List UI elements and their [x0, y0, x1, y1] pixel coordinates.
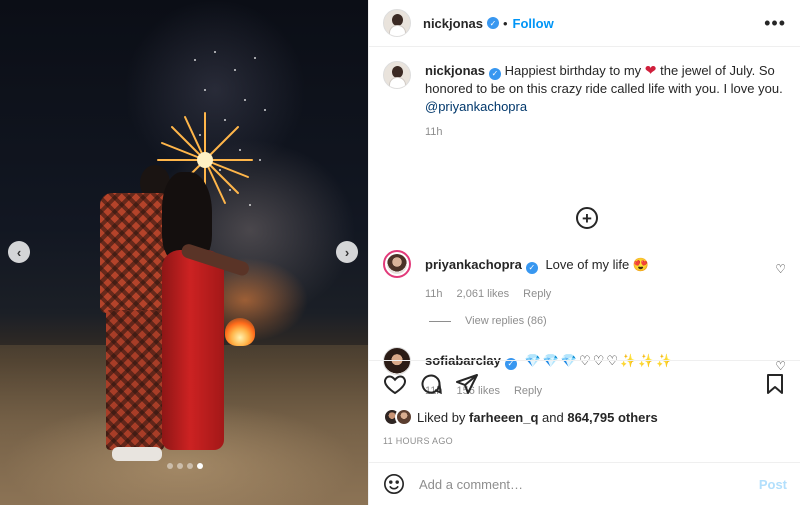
- comment-input[interactable]: [419, 476, 759, 492]
- load-more-comments-button[interactable]: +: [576, 207, 598, 229]
- more-options-icon[interactable]: •••: [764, 14, 786, 32]
- carousel-prev-button[interactable]: ‹: [8, 241, 30, 263]
- bookmark-icon[interactable]: [763, 372, 787, 396]
- caption-text: nickjonas ✓ Happiest birthday to my ❤ the…: [425, 61, 786, 116]
- liked-by-user[interactable]: farheeen_q: [469, 410, 538, 425]
- red-heart-emoji: ❤: [644, 62, 657, 78]
- likes-summary: Liked by farheeen_q and 864,795 others: [383, 408, 787, 426]
- heart-icon[interactable]: [383, 372, 407, 396]
- comment-text: Love of my life 😍: [545, 257, 650, 272]
- woman-figure: [152, 172, 251, 462]
- comments-section[interactable]: nickjonas ✓ Happiest birthday to my ❤ the…: [369, 47, 800, 397]
- view-replies-button[interactable]: View replies (86): [429, 315, 547, 327]
- post-timestamp[interactable]: 11 HOURS AGO: [383, 436, 787, 446]
- verified-badge-icon: ✓: [488, 68, 501, 80]
- post-actions: Liked by farheeen_q and 864,795 others 1…: [369, 360, 800, 446]
- carousel-dot: [187, 463, 193, 469]
- avatar[interactable]: [383, 61, 411, 89]
- liked-by-label: Liked by: [417, 409, 470, 425]
- add-comment-bar: Post: [369, 462, 800, 505]
- carousel-dot: [167, 463, 173, 469]
- avatar[interactable]: [395, 408, 413, 426]
- chevron-left-icon: ‹: [16, 244, 22, 260]
- post-header: nickjonas ✓ • Follow •••: [369, 0, 800, 47]
- carousel-next-button[interactable]: ›: [336, 241, 358, 263]
- carousel-dot-active: [197, 463, 203, 469]
- follow-button[interactable]: Follow: [513, 16, 554, 31]
- caption-username[interactable]: nickjonas: [425, 63, 485, 78]
- caption: nickjonas ✓ Happiest birthday to my ❤ the…: [383, 61, 786, 116]
- comment-like-heart-icon[interactable]: ♡: [775, 262, 786, 276]
- chevron-right-icon: ›: [344, 244, 350, 260]
- caption-meta: 11h: [425, 126, 786, 138]
- emoji-smiley-icon[interactable]: [383, 473, 405, 495]
- comment-meta: 11h 2,061 likes Reply: [425, 288, 786, 300]
- caption-time[interactable]: 11h: [425, 126, 443, 138]
- post-comment-button[interactable]: Post: [759, 477, 787, 492]
- avatar[interactable]: [383, 250, 411, 278]
- plus-icon: +: [582, 208, 592, 228]
- caption-body-1: Happiest birthday to my: [504, 63, 645, 78]
- comment-item: priyankachopra ✓ Love of my life 😍 ♡ 11h …: [383, 250, 786, 300]
- reply-button[interactable]: Reply: [523, 288, 551, 300]
- avatar[interactable]: [383, 9, 411, 37]
- carousel-indicator: [167, 463, 203, 469]
- likes-others-count[interactable]: 864,795 others: [567, 410, 657, 425]
- header-username[interactable]: nickjonas: [423, 16, 483, 31]
- separator-dot: •: [502, 15, 508, 31]
- comment-username[interactable]: priyankachopra: [425, 257, 522, 272]
- replies-divider: [429, 320, 451, 322]
- verified-badge-icon: ✓: [525, 262, 538, 274]
- comment-likes[interactable]: 2,061 likes: [457, 288, 510, 300]
- post-media[interactable]: ‹ ›: [0, 0, 368, 505]
- paper-plane-icon[interactable]: [455, 372, 479, 396]
- verified-badge-icon: ✓: [486, 17, 499, 29]
- carousel-dot: [177, 463, 183, 469]
- mention-link[interactable]: @priyankachopra: [425, 99, 527, 114]
- comment-time[interactable]: 11h: [425, 288, 443, 300]
- post-panel: nickjonas ✓ • Follow ••• nickjonas ✓ Happ…: [368, 0, 800, 505]
- view-replies-label: View replies (86): [465, 315, 547, 327]
- comment-icon[interactable]: [419, 372, 443, 396]
- likes-and: and: [538, 409, 568, 425]
